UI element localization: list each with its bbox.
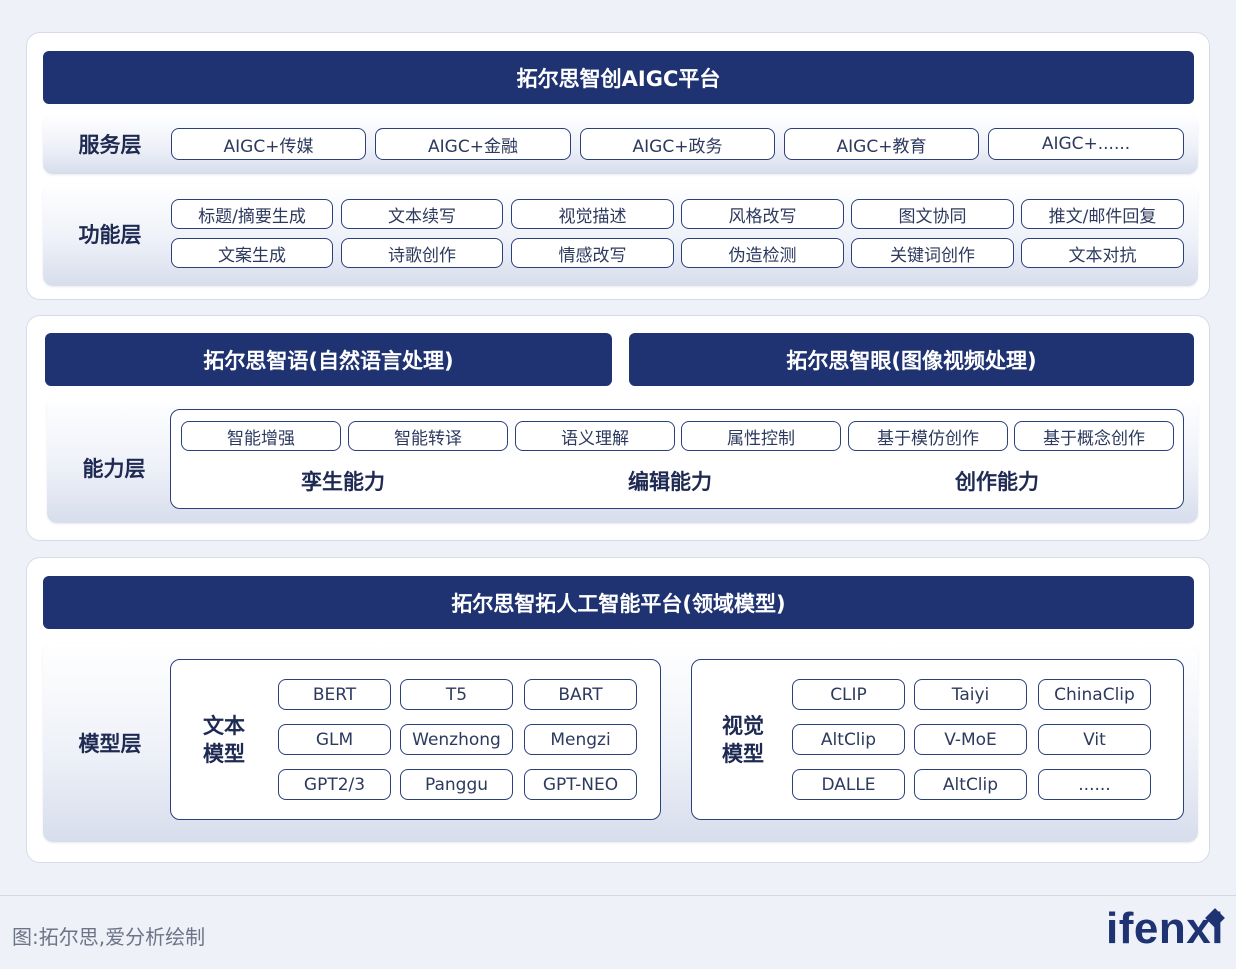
function-item: 诗歌创作 bbox=[341, 238, 503, 268]
function-item: 伪造检测 bbox=[681, 238, 844, 268]
vision-model-label-line2: 模型 bbox=[722, 742, 764, 766]
function-item: 标题/摘要生成 bbox=[171, 199, 333, 229]
capability-item: 基于模仿创作 bbox=[848, 421, 1008, 451]
capability-group-label: 孪生能力 bbox=[301, 470, 385, 494]
vision-model-label: 视觉 模型 bbox=[703, 700, 783, 780]
service-layer-label: 服务层 bbox=[78, 133, 142, 157]
function-item: 文本对抗 bbox=[1021, 238, 1184, 268]
text-model-item: Panggu bbox=[400, 769, 513, 800]
model-layer-label: 模型层 bbox=[78, 731, 142, 756]
capability-item: 智能转译 bbox=[348, 421, 508, 451]
vision-title: 拓尔思智眼(图像视频处理) bbox=[629, 333, 1194, 386]
function-item: 视觉描述 bbox=[511, 199, 674, 229]
vision-model-item: CLIP bbox=[792, 679, 905, 710]
vision-model-item: DALLE bbox=[792, 769, 905, 800]
capability-item: 语义理解 bbox=[515, 421, 675, 451]
text-model-item: GPT-NEO bbox=[524, 769, 637, 800]
function-item: 推文/邮件回复 bbox=[1021, 199, 1184, 229]
vision-model-item: AltClip bbox=[914, 769, 1027, 800]
capability-group-label: 编辑能力 bbox=[628, 470, 712, 494]
capability-item: 属性控制 bbox=[681, 421, 841, 451]
source-caption: 图:拓尔思,爱分析绘制 bbox=[12, 924, 206, 949]
service-item: AIGC+传媒 bbox=[171, 128, 366, 160]
vision-model-item: AltClip bbox=[792, 724, 905, 755]
service-item: AIGC+...... bbox=[988, 128, 1184, 160]
text-model-item: Mengzi bbox=[524, 724, 637, 755]
service-item: AIGC+金融 bbox=[375, 128, 571, 160]
text-model-item: GLM bbox=[278, 724, 391, 755]
text-model-item: Wenzhong bbox=[400, 724, 513, 755]
text-model-label: 文本 模型 bbox=[184, 700, 264, 780]
text-model-label-line2: 模型 bbox=[203, 742, 245, 766]
capability-item: 基于概念创作 bbox=[1014, 421, 1174, 451]
function-layer-label: 功能层 bbox=[78, 223, 142, 247]
capability-layer-label: 能力层 bbox=[82, 457, 146, 481]
aigc-platform-title: 拓尔思智创AIGC平台 bbox=[43, 51, 1194, 104]
vision-model-item: Taiyi bbox=[914, 679, 1027, 710]
capability-item: 智能增强 bbox=[181, 421, 341, 451]
domain-model-title: 拓尔思智拓人工智能平台(领域模型) bbox=[43, 576, 1194, 629]
vision-model-item: ...... bbox=[1038, 769, 1151, 800]
vision-model-label-line1: 视觉 bbox=[722, 714, 764, 738]
vision-model-item: V-MoE bbox=[914, 724, 1027, 755]
nlp-title: 拓尔思智语(自然语言处理) bbox=[45, 333, 612, 386]
text-model-item: BERT bbox=[278, 679, 391, 710]
text-model-label-line1: 文本 bbox=[203, 714, 245, 738]
function-item: 文案生成 bbox=[171, 238, 333, 268]
text-model-item: GPT2/3 bbox=[278, 769, 391, 800]
vision-model-item: Vit bbox=[1038, 724, 1151, 755]
function-item: 关键词创作 bbox=[851, 238, 1014, 268]
text-model-item: T5 bbox=[400, 679, 513, 710]
capability-group-label: 创作能力 bbox=[955, 470, 1039, 494]
text-model-item: BART bbox=[524, 679, 637, 710]
function-item: 风格改写 bbox=[681, 199, 844, 229]
footer-divider bbox=[0, 895, 1236, 896]
service-item: AIGC+教育 bbox=[784, 128, 979, 160]
service-item: AIGC+政务 bbox=[580, 128, 775, 160]
function-item: 情感改写 bbox=[511, 238, 674, 268]
function-item: 图文协同 bbox=[851, 199, 1014, 229]
function-item: 文本续写 bbox=[341, 199, 503, 229]
vision-model-item: ChinaClip bbox=[1038, 679, 1151, 710]
